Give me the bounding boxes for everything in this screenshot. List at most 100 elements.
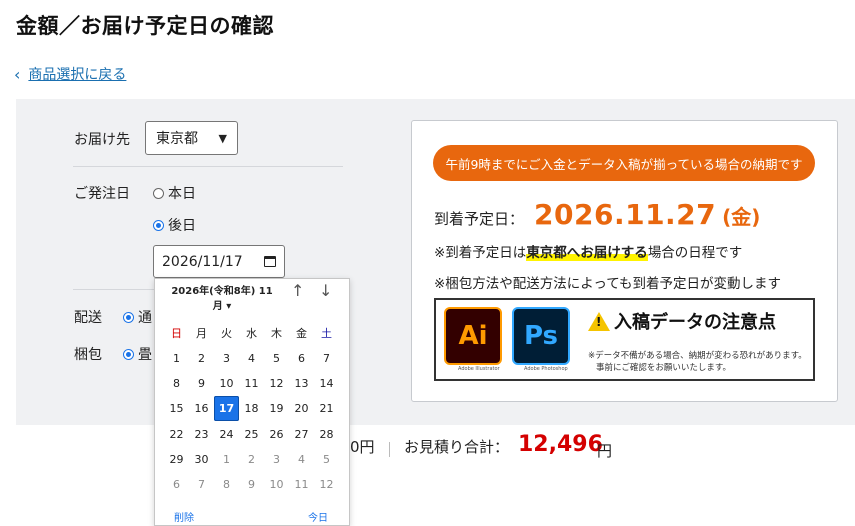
warning-icon — [588, 311, 610, 331]
calendar-day[interactable]: 5 — [264, 346, 289, 371]
radio-dot-selected — [123, 311, 134, 323]
photoshop-caption: Adobe Photoshop — [524, 366, 568, 372]
back-link-label: 商品選択に戻る — [28, 67, 127, 83]
calendar-day[interactable]: 2 — [239, 447, 264, 472]
calendar-day[interactable]: 6 — [164, 472, 189, 497]
estimate-label: お見積り合計： — [404, 438, 510, 456]
arrival-day: (金) — [722, 205, 761, 229]
arrival-label: 到着予定日： — [434, 210, 525, 228]
weekday-header: 水 — [246, 327, 257, 340]
illustrator-icon: Ai — [444, 307, 502, 365]
order-date-later-radio[interactable]: 後日 — [153, 215, 196, 235]
calendar-day[interactable]: 22 — [164, 422, 189, 447]
total-divider — [389, 442, 390, 457]
calendar-day[interactable]: 21 — [314, 396, 339, 421]
page-title: 金額／お届け予定日の確認 — [16, 14, 274, 38]
calendar-day[interactable]: 11 — [289, 472, 314, 497]
next-month-arrow-icon[interactable]: ↓ — [319, 281, 332, 300]
calendar-day[interactable]: 8 — [164, 371, 189, 396]
calendar-day[interactable]: 6 — [289, 346, 314, 371]
destination-select[interactable]: 東京都 ▼ — [145, 121, 238, 155]
packing-radio[interactable]: 畳 — [123, 344, 152, 364]
delivery-notice: 午前9時までにご入金とデータ入稿が揃っている場合の納期です — [433, 145, 815, 181]
destination-label: お届け先 — [74, 132, 130, 148]
calendar-day[interactable]: 24 — [214, 422, 239, 447]
back-link[interactable]: ‹ 商品選択に戻る — [14, 64, 126, 84]
note-highlight: 東京都へお届けする — [526, 245, 648, 261]
calendar-day[interactable]: 1 — [214, 447, 239, 472]
calendar-day[interactable]: 3 — [264, 447, 289, 472]
calendar-day[interactable]: 30 — [189, 447, 214, 472]
calendar-day[interactable]: 3 — [214, 346, 239, 371]
chevron-down-icon: ▼ — [218, 131, 227, 145]
warning-sub-1: ※データ不備がある場合、納期が変わる恐れがあります。 — [588, 351, 807, 361]
month-selector[interactable]: 2026年(令和8年) 11月 ▾ — [167, 284, 277, 314]
shipping-value: 通 — [138, 310, 152, 326]
calendar-icon[interactable] — [264, 256, 276, 267]
calendar-day[interactable]: 11 — [239, 371, 264, 396]
previous-month-arrow-icon[interactable]: ↑ — [291, 281, 304, 300]
calendar-day[interactable]: 23 — [189, 422, 214, 447]
calendar-day[interactable]: 14 — [314, 371, 339, 396]
packing-label: 梱包 — [74, 347, 102, 363]
arrival-row: 到着予定日： 2026.11.27 (金) — [434, 198, 760, 231]
calendar-day[interactable]: 1 — [164, 346, 189, 371]
order-date-input[interactable]: 2026/11/17 — [153, 245, 285, 278]
calendar-day[interactable]: 10 — [264, 472, 289, 497]
calendar-day[interactable]: 16 — [189, 396, 214, 421]
date-picker-popup: 2026年(令和8年) 11月 ▾ ↑ ↓ 削除 今日 日月火水木金土12345… — [154, 278, 350, 526]
calendar-day[interactable]: 26 — [264, 422, 289, 447]
order-date-today-radio[interactable]: 本日 — [153, 183, 196, 203]
note-suffix: 場合の日程です — [647, 245, 743, 261]
clear-date-button[interactable]: 削除 — [174, 509, 194, 524]
calendar-day[interactable]: 7 — [189, 472, 214, 497]
calendar-day[interactable]: 9 — [239, 472, 264, 497]
calendar-day[interactable]: 25 — [239, 422, 264, 447]
partial-total: 0円 — [350, 438, 375, 456]
calendar-day[interactable]: 15 — [164, 396, 189, 421]
estimate-unit: 円 — [597, 442, 613, 460]
chevron-left-icon: ‹ — [14, 64, 21, 84]
shipping-radio[interactable]: 通 — [123, 307, 152, 327]
packing-value: 畳 — [138, 347, 152, 363]
calendar-day[interactable]: 10 — [214, 371, 239, 396]
weekday-header: 火 — [221, 327, 232, 340]
calendar-day[interactable]: 20 — [289, 396, 314, 421]
radio-dot-selected — [123, 348, 134, 360]
calendar-day[interactable]: 2 — [189, 346, 214, 371]
calendar-day[interactable]: 8 — [214, 472, 239, 497]
destination-value: 東京都 — [156, 131, 198, 147]
order-date-label: ご発注日 — [74, 186, 130, 202]
today-button[interactable]: 今日 — [308, 509, 328, 524]
calendar-day[interactable]: 27 — [289, 422, 314, 447]
order-date-value: 2026/11/17 — [162, 253, 243, 270]
calendar-day[interactable]: 4 — [239, 346, 264, 371]
radio-dot — [153, 187, 164, 199]
calendar-day[interactable]: 12 — [264, 371, 289, 396]
calendar-day[interactable]: 7 — [314, 346, 339, 371]
note-prefix: ※到着予定日は — [434, 245, 527, 261]
calendar-day[interactable]: 19 — [264, 396, 289, 421]
calendar-day-selected[interactable]: 17 — [214, 396, 239, 422]
estimate-amount: 12,496 — [518, 432, 603, 457]
weekday-header: 土 — [321, 327, 332, 340]
warning-title: 入稿データの注意点 — [588, 308, 776, 334]
weekday-header: 金 — [296, 327, 307, 340]
calendar-day[interactable]: 29 — [164, 447, 189, 472]
calendar-day[interactable]: 18 — [239, 396, 264, 421]
weekday-header: 月 — [196, 327, 207, 340]
radio-dot-selected — [153, 219, 164, 231]
calendar-day[interactable]: 12 — [314, 472, 339, 497]
order-date-later-label: 後日 — [168, 218, 196, 234]
calendar-day[interactable]: 4 — [289, 447, 314, 472]
calendar-day[interactable]: 5 — [314, 447, 339, 472]
warning-sub-2: 事前にご確認をお願いいたします。 — [596, 363, 731, 373]
calendar-day[interactable]: 28 — [314, 422, 339, 447]
calendar-day[interactable]: 13 — [289, 371, 314, 396]
weekday-header: 木 — [271, 327, 282, 340]
warning-title-text: 入稿データの注意点 — [614, 312, 776, 333]
calendar-day[interactable]: 9 — [189, 371, 214, 396]
weekday-header: 日 — [171, 327, 182, 340]
data-warning-banner[interactable]: Ai Adobe Illustrator Ps Adobe Photoshop … — [434, 298, 815, 381]
arrival-date: 2026.11.27 — [534, 198, 717, 231]
